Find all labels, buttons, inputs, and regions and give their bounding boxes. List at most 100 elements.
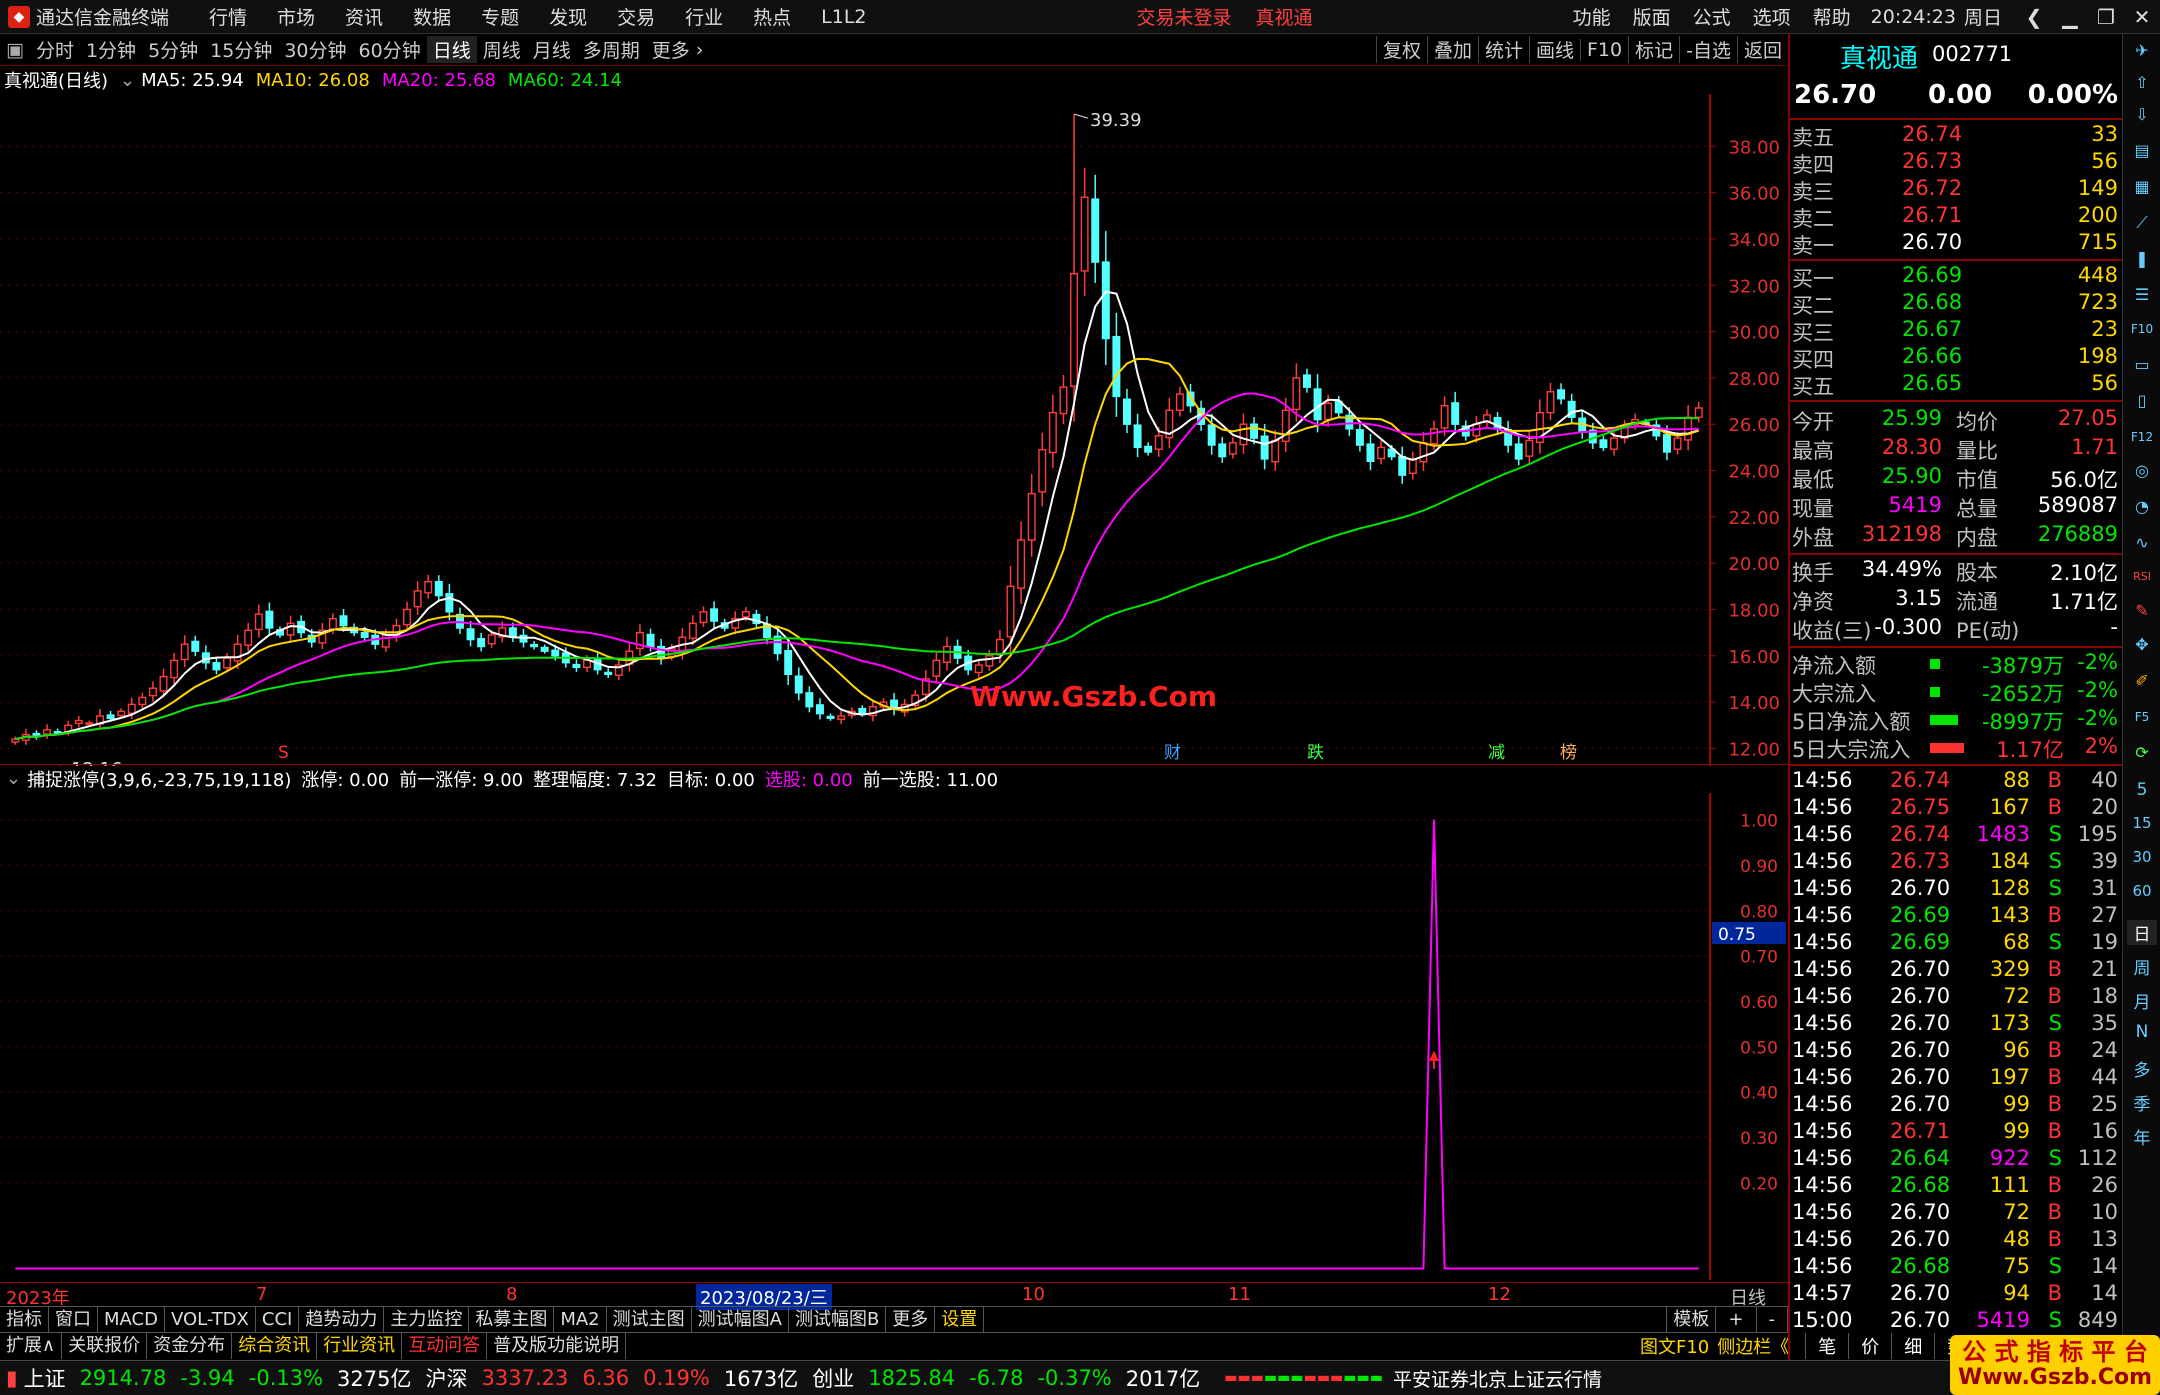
globe-icon[interactable]: ◎: [2129, 458, 2155, 484]
chevron-right-icon[interactable]: ›: [696, 39, 710, 61]
period-day[interactable]: 日线: [426, 36, 477, 63]
period-15min[interactable]: 15分钟: [204, 36, 278, 63]
tab-private-fund[interactable]: 私募主图: [469, 1306, 555, 1333]
menu-l1l2[interactable]: L1L2: [821, 6, 866, 28]
side-month[interactable]: 月: [2127, 988, 2157, 1013]
tool-adjust[interactable]: 复权: [1375, 36, 1427, 63]
move-icon[interactable]: ✥: [2129, 632, 2155, 658]
index-cy-name[interactable]: 创业: [812, 1363, 854, 1393]
tab-trend[interactable]: 趋势动力: [299, 1306, 385, 1333]
tab-ma2[interactable]: MA2: [554, 1306, 607, 1333]
menu-help[interactable]: 帮助: [1813, 3, 1851, 30]
pencil-icon[interactable]: ✐: [2129, 668, 2155, 694]
chevron-down-icon[interactable]: ⌄: [120, 70, 135, 91]
back-icon[interactable]: ❮: [2016, 5, 2052, 29]
tab-test-main[interactable]: 测试主图: [607, 1306, 692, 1333]
pin-icon[interactable]: ✈: [2129, 38, 2155, 64]
minimize-icon[interactable]: ▁: [2052, 5, 2088, 29]
period-60min[interactable]: 60分钟: [353, 36, 427, 63]
index-sh-name[interactable]: 上证: [24, 1363, 66, 1393]
tab-expand[interactable]: 扩展∧: [0, 1332, 63, 1359]
candlestick-chart[interactable]: 38.00 36.00 34.00 32.00 30.00 28.00 26.00 24.00…: [0, 94, 1788, 766]
tab-test-sub-b[interactable]: 测试幅图B: [789, 1306, 887, 1333]
indicator-chart[interactable]: 1.00 0.90 0.80 0.70 0.60 0.50 0.40 0.30 0.20 0.75: [0, 793, 1788, 1280]
f5-icon[interactable]: F5: [2129, 704, 2155, 730]
side-quarter[interactable]: 季: [2127, 1090, 2157, 1115]
trade-login-status[interactable]: 交易未登录: [1137, 3, 1232, 30]
tool-remove-fav[interactable]: -自选: [1679, 36, 1737, 63]
line-chart-icon[interactable]: ⟋: [2129, 210, 2155, 236]
menu-layout[interactable]: 版面: [1633, 3, 1671, 30]
file-icon[interactable]: ▯: [2129, 388, 2155, 414]
tab-f10-graphic[interactable]: 图文F10: [1636, 1333, 1713, 1359]
tab-general-news[interactable]: 综合资讯: [232, 1332, 318, 1359]
side-multi[interactable]: 多: [2127, 1056, 2157, 1081]
period-more[interactable]: 更多: [646, 36, 696, 63]
period-15-label[interactable]: 15: [2127, 814, 2157, 832]
server-name[interactable]: 平安证券北京上证云行情: [1393, 1365, 1602, 1392]
grid-icon[interactable]: ▦: [2129, 174, 2155, 200]
menu-trade[interactable]: 交易: [617, 3, 655, 30]
tab-related-quote[interactable]: 关联报价: [62, 1332, 148, 1359]
menu-data[interactable]: 数据: [413, 3, 451, 30]
tab-edition-info[interactable]: 普及版功能说明: [487, 1332, 627, 1359]
rsi-icon[interactable]: RSI: [2129, 564, 2155, 590]
tab-window[interactable]: 窗口: [49, 1306, 98, 1333]
candle-icon[interactable]: ❚: [2129, 246, 2155, 272]
menu-options[interactable]: 选项: [1753, 3, 1791, 30]
tool-mark[interactable]: 标记: [1628, 36, 1679, 63]
tool-overlay[interactable]: 叠加: [1426, 36, 1478, 63]
side-n[interactable]: N: [2127, 1022, 2157, 1042]
tool-stats[interactable]: 统计: [1477, 36, 1529, 63]
tool-back[interactable]: 返回: [1736, 36, 1788, 63]
chevron-down-icon[interactable]: ⌄: [6, 768, 21, 789]
tab-macd[interactable]: MACD: [98, 1306, 165, 1333]
period-30-label[interactable]: 30: [2127, 848, 2157, 866]
f10-icon[interactable]: F10: [2129, 316, 2155, 342]
menu-quote[interactable]: 行情: [209, 3, 247, 30]
refresh-icon[interactable]: ⟳: [2129, 740, 2155, 766]
period-5min[interactable]: 5分钟: [142, 36, 204, 63]
template-button[interactable]: 模板: [1666, 1306, 1717, 1333]
list-icon[interactable]: ▤: [2129, 138, 2155, 164]
menu-industry[interactable]: 行业: [685, 3, 723, 30]
index-hs-name[interactable]: 沪深: [426, 1363, 468, 1393]
tab-fund-distribution[interactable]: 资金分布: [147, 1332, 233, 1359]
wave-icon[interactable]: ∿: [2129, 530, 2155, 556]
period-30min[interactable]: 30分钟: [278, 36, 352, 63]
menu-function[interactable]: 功能: [1573, 3, 1611, 30]
side-week[interactable]: 周: [2127, 954, 2157, 979]
period-week[interactable]: 周线: [477, 36, 527, 63]
tab-test-sub-a[interactable]: 测试幅图A: [692, 1306, 789, 1333]
stock-link[interactable]: 真视通: [1256, 3, 1313, 30]
arrow-down-icon[interactable]: ⇩: [2129, 102, 2155, 128]
tab-more[interactable]: 更多: [886, 1306, 936, 1333]
tab-cci[interactable]: CCI: [256, 1306, 300, 1333]
gauge-icon[interactable]: ◔: [2129, 494, 2155, 520]
period-1min[interactable]: 1分钟: [80, 36, 142, 63]
table-icon[interactable]: ☰: [2129, 282, 2155, 308]
tab-settings[interactable]: 设置: [935, 1306, 985, 1333]
period-5-label[interactable]: 5: [2127, 780, 2157, 800]
menu-hot[interactable]: 热点: [753, 3, 791, 30]
tab-main-monitor[interactable]: 主力监控: [384, 1306, 470, 1333]
period-multi[interactable]: 多周期: [577, 36, 646, 63]
menu-formula[interactable]: 公式: [1693, 3, 1731, 30]
close-icon[interactable]: ✕: [2124, 5, 2160, 29]
side-day[interactable]: 日: [2127, 920, 2157, 945]
brush-icon[interactable]: ✎: [2129, 598, 2155, 624]
tool-draw[interactable]: 画线: [1528, 36, 1580, 63]
tab-qa[interactable]: 互动问答: [402, 1332, 488, 1359]
remove-button[interactable]: -: [1757, 1306, 1788, 1333]
restore-icon[interactable]: ❐: [2088, 5, 2124, 29]
arrow-up-icon[interactable]: ⇧: [2129, 70, 2155, 96]
menu-news[interactable]: 资讯: [345, 3, 383, 30]
side-year[interactable]: 年: [2127, 1124, 2157, 1149]
document-icon[interactable]: ▭: [2129, 352, 2155, 378]
add-button[interactable]: +: [1716, 1306, 1757, 1333]
f12-icon[interactable]: F12: [2129, 424, 2155, 450]
menu-discover[interactable]: 发现: [549, 3, 587, 30]
menu-market[interactable]: 市场: [277, 3, 315, 30]
tool-f10[interactable]: F10: [1580, 38, 1628, 61]
tab-vol[interactable]: VOL-TDX: [165, 1306, 256, 1333]
